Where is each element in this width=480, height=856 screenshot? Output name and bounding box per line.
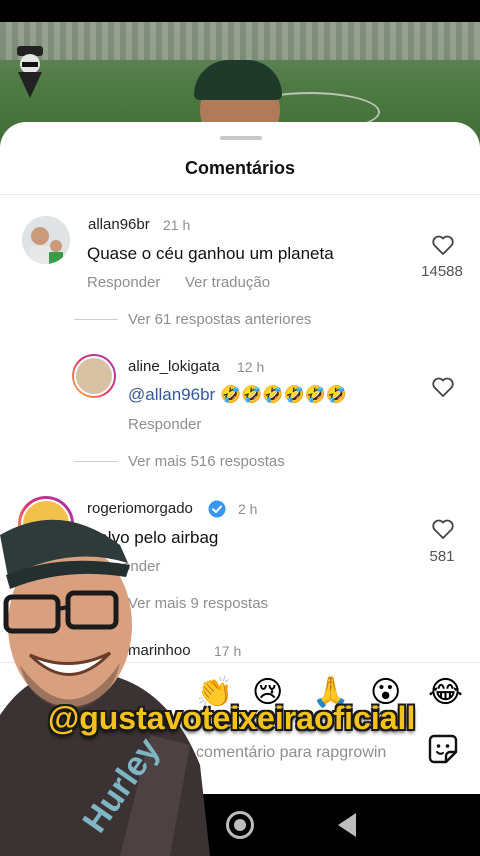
status-bar bbox=[0, 0, 480, 22]
sticker-icon[interactable] bbox=[426, 732, 460, 766]
streamer-overlay: Hurley bbox=[0, 519, 210, 856]
drag-handle[interactable] bbox=[220, 136, 262, 140]
creator-handle-caption: @gustavoteixeiraoficiall bbox=[48, 700, 416, 736]
comment-text: Quase o céu ganhou um planeta bbox=[87, 244, 334, 263]
avatar[interactable] bbox=[22, 216, 70, 264]
avatar[interactable] bbox=[72, 354, 116, 398]
back-icon[interactable] bbox=[338, 813, 356, 837]
comment-time: 21 h bbox=[163, 217, 191, 233]
divider bbox=[74, 461, 118, 462]
translate-button[interactable]: Ver tradução bbox=[185, 274, 270, 291]
mention-link[interactable]: @allan96br bbox=[128, 385, 215, 404]
comment-time: 17 h bbox=[214, 643, 242, 659]
comment-time: 2 h bbox=[238, 501, 258, 517]
comment-input[interactable]: comentário para rapgrowin bbox=[196, 744, 411, 762]
emoji-text: 🤣🤣🤣🤣🤣🤣 bbox=[219, 385, 347, 404]
heart-icon[interactable] bbox=[431, 234, 455, 256]
like-count: 581 bbox=[429, 548, 455, 565]
reply-button[interactable]: Responder bbox=[87, 274, 160, 291]
heart-icon[interactable] bbox=[431, 376, 455, 398]
home-icon[interactable] bbox=[226, 811, 254, 839]
view-previous-replies[interactable]: Ver 61 respostas anteriores bbox=[128, 311, 311, 328]
divider bbox=[74, 319, 118, 320]
like-count: 14588 bbox=[421, 263, 463, 280]
heart-icon[interactable] bbox=[431, 518, 455, 540]
sheet-title: Comentários bbox=[184, 158, 296, 178]
reply-button[interactable]: Responder bbox=[128, 416, 201, 433]
comment-time: 12 h bbox=[237, 359, 265, 375]
view-more-replies[interactable]: Ver mais 516 respostas bbox=[128, 453, 285, 470]
laugh-emoji-button[interactable]: 😂 bbox=[428, 675, 463, 710]
comment-text: @allan96br 🤣🤣🤣🤣🤣🤣 bbox=[128, 385, 347, 405]
comment-username[interactable]: allan96br bbox=[88, 216, 150, 233]
divider bbox=[0, 194, 480, 195]
verified-badge-icon bbox=[208, 500, 226, 518]
channel-logo-icon bbox=[17, 46, 43, 98]
comment-username[interactable]: aline_lokigata bbox=[128, 358, 220, 375]
